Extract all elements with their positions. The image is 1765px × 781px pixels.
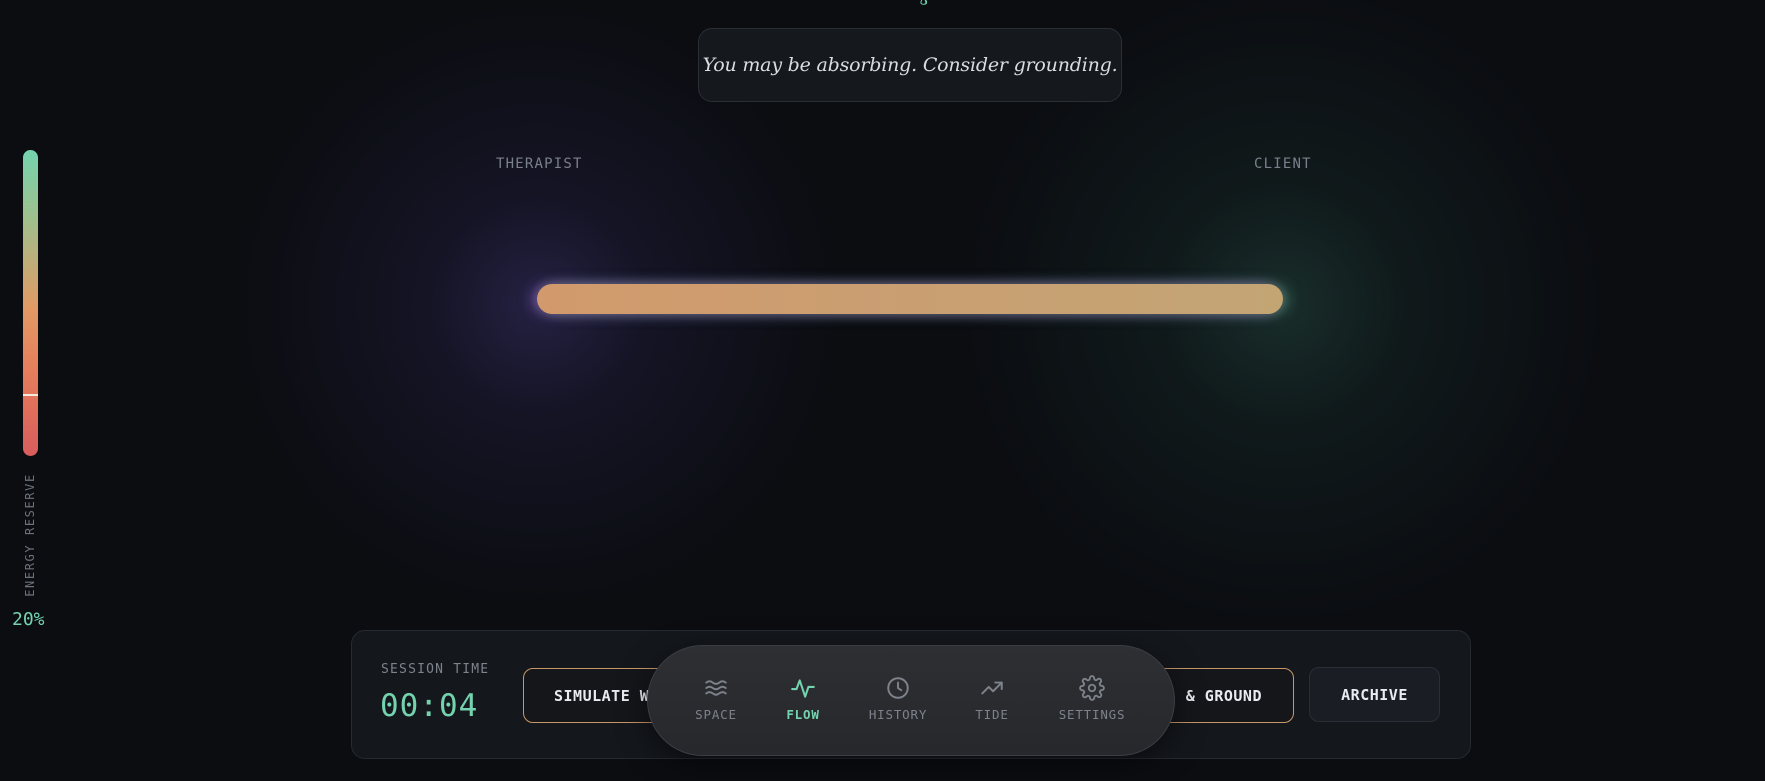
energy-level-marker — [23, 393, 38, 396]
simulate-button-label: SIMULATE W — [554, 686, 650, 705]
nav-item-label: FLOW — [786, 707, 820, 722]
trend-up-icon — [981, 681, 1003, 695]
therapist-label: THERAPIST — [496, 156, 583, 172]
header-fragment: ɣ — [918, 0, 948, 5]
nav-item-history[interactable]: HISTORY — [861, 675, 935, 735]
nav-item-label: SPACE — [695, 707, 737, 722]
client-label: CLIENT — [1254, 156, 1312, 172]
energy-reserve-percent: 20% — [12, 609, 45, 630]
waves-icon — [705, 680, 727, 696]
nav-item-label: SETTINGS — [1058, 707, 1126, 722]
session-time-label: SESSION TIME — [381, 662, 490, 677]
gear-icon — [1079, 675, 1105, 701]
energy-reserve-label: ENERGY RESERVE — [23, 473, 37, 597]
clock-icon — [887, 677, 909, 699]
archive-button-label: ARCHIVE — [1341, 685, 1408, 704]
nav-item-tide[interactable]: TIDE — [967, 675, 1017, 735]
release-ground-button-label: & GROUND — [1185, 686, 1262, 705]
pulse-icon — [791, 679, 815, 698]
notice-text: You may be absorbing. Consider grounding… — [702, 54, 1118, 76]
session-time-value: 00:04 — [380, 688, 479, 724]
nav-item-settings[interactable]: SETTINGS — [1055, 675, 1129, 735]
grounding-notice: You may be absorbing. Consider grounding… — [698, 28, 1122, 102]
nav-item-flow[interactable]: FLOW — [778, 675, 828, 735]
archive-button[interactable]: ARCHIVE — [1309, 667, 1440, 722]
energy-reserve-meter — [23, 150, 38, 456]
nav-item-label: TIDE — [975, 707, 1009, 722]
nav-item-space[interactable]: SPACE — [687, 675, 745, 735]
nav-item-label: HISTORY — [868, 707, 928, 722]
energy-flow-bar — [537, 284, 1283, 314]
